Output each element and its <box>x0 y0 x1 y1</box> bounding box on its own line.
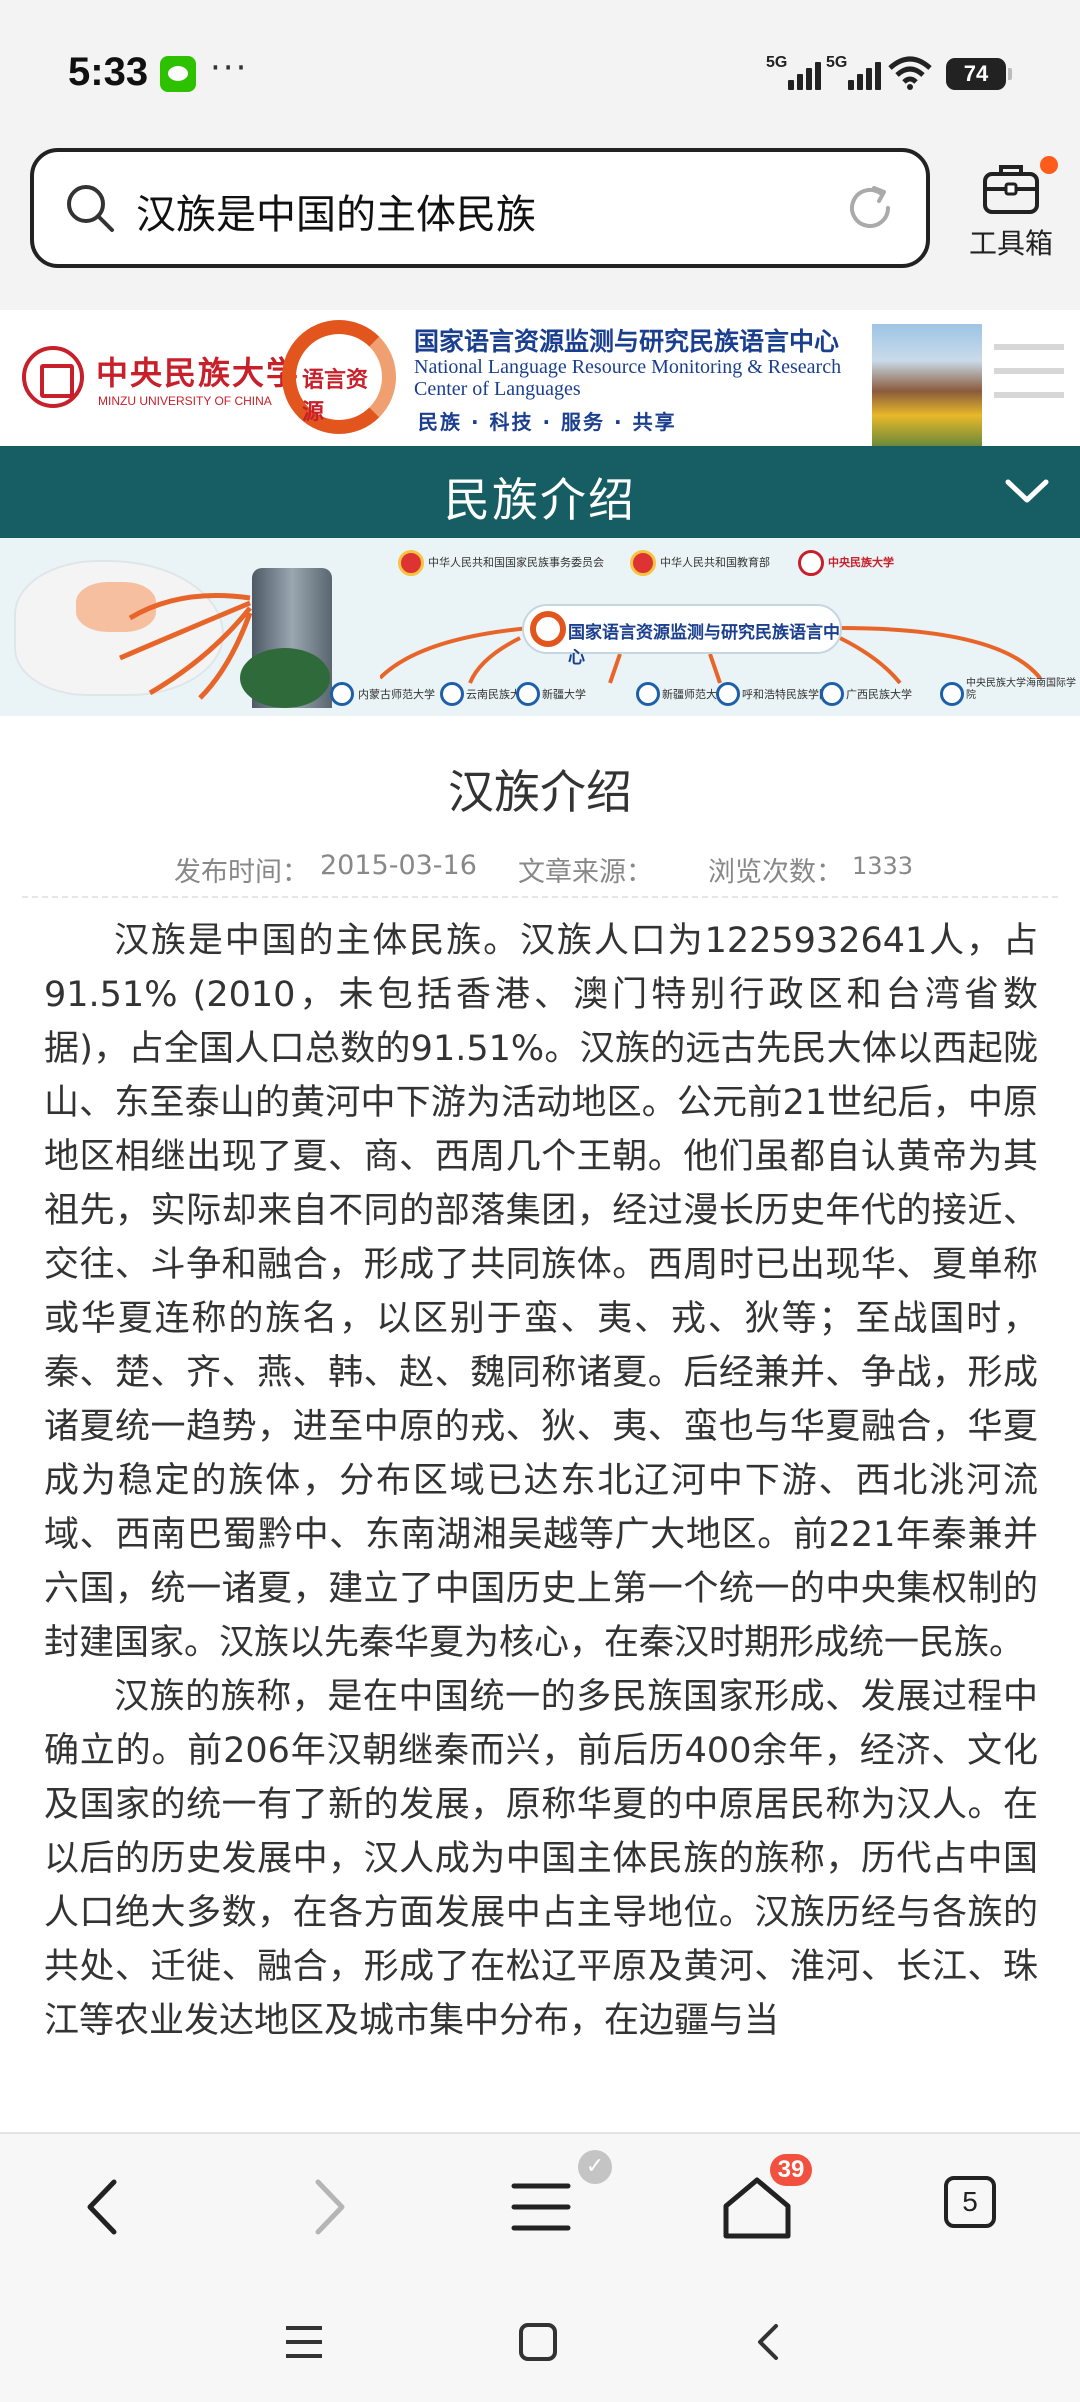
address-search-bar[interactable]: 汉族是中国的主体民族 <box>30 148 930 268</box>
article-title: 汉族介绍 <box>448 765 632 819</box>
seal-icon <box>798 550 824 576</box>
publish-date: 2015-03-16 <box>320 850 477 881</box>
wechat-icon <box>160 56 196 92</box>
status-bar: 5:33 ··· 5G 5G 74 <box>0 0 1080 140</box>
banner-org: 中华人民共和国国家民族事务委员会 <box>428 556 604 569</box>
tabs-button[interactable]: 5 <box>944 2176 996 2228</box>
browser-bottom-bar: ✓ 39 5 <box>0 2132 1080 2280</box>
banner-org: 中华人民共和国教育部 <box>660 556 770 569</box>
banner-org: 中央民族大学 <box>828 556 894 569</box>
more-notifications-icon: ··· <box>210 48 249 88</box>
seal-icon <box>940 682 964 706</box>
section-header[interactable]: 民族介绍 <box>0 446 1080 538</box>
center-title-en-2: Center of Languages <box>414 378 581 400</box>
center-node: 国家语言资源监测与研究民族语言中心 <box>522 604 842 668</box>
signal-icon-2: 5G <box>826 54 882 94</box>
seal-icon <box>516 682 540 706</box>
recent-apps-button[interactable] <box>282 2322 326 2362</box>
back-button[interactable] <box>62 2162 152 2252</box>
status-time: 5:33 <box>68 50 149 94</box>
seal-icon <box>398 550 424 576</box>
article-paragraph: 汉族的族称，是在中国统一的多民族国家形成、发展过程中确立的。前206年汉朝继秦而… <box>44 1677 1038 2041</box>
wifi-icon <box>888 56 932 90</box>
base-org: 广西民族大学 <box>846 688 912 701</box>
chevron-down-icon[interactable] <box>1004 474 1050 510</box>
views-count: 1333 <box>852 852 914 880</box>
base-org: 中央民族大学海南国际学院 <box>966 678 1076 701</box>
forward-button[interactable] <box>280 2162 370 2252</box>
battery-icon: 74 <box>946 58 1012 90</box>
base-org: 新疆大学 <box>542 688 586 701</box>
trees-graphic <box>240 648 330 708</box>
center-logo: 语言资源 <box>282 320 396 434</box>
campus-photo <box>872 324 982 446</box>
notification-dot <box>1040 156 1058 174</box>
hamburger-menu-icon[interactable] <box>994 344 1064 406</box>
signal-icon: 5G <box>766 54 822 94</box>
arrows-graphic <box>119 593 253 700</box>
center-banner: 中华人民共和国国家民族事务委员会 中华人民共和国教育部 中央民族大学 国家语言资… <box>0 538 1080 716</box>
home-badge: 39 <box>770 2154 812 2186</box>
seal-icon <box>330 682 354 706</box>
publish-label: 发布时间： <box>174 857 309 888</box>
divider <box>22 896 1058 898</box>
university-logo[interactable] <box>22 346 84 408</box>
seal-icon <box>440 682 464 706</box>
article-paragraph: 汉族是中国的主体民族。汉族人口为1225932641人，占91.51% (201… <box>44 921 1038 1663</box>
center-motto: 民族 · 科技 · 服务 · 共享 <box>418 410 677 434</box>
article: 汉族介绍 发布时间： 2015-03-16 文章来源： 浏览次数： 1333 汉… <box>0 716 1080 2132</box>
toolbox-button[interactable]: 工具箱 <box>956 152 1066 272</box>
menu-button[interactable] <box>496 2162 586 2252</box>
seal-icon <box>716 682 740 706</box>
seal-icon <box>630 550 656 576</box>
reload-icon[interactable] <box>844 182 896 234</box>
system-back-button[interactable] <box>748 2320 788 2364</box>
university-name-en: MINZU UNIVERSITY OF CHINA <box>98 394 272 408</box>
article-body: 汉族是中国的主体民族。汉族人口为1225932641人，占91.51% (201… <box>44 914 1038 2048</box>
section-title: 民族介绍 <box>444 473 636 527</box>
search-query[interactable]: 汉族是中国的主体民族 <box>136 182 536 240</box>
site-header: 中央民族大学 MINZU UNIVERSITY OF CHINA 语言资源 国家… <box>0 310 1080 446</box>
base-org: 内蒙古师范大学 <box>358 688 435 701</box>
search-icon <box>67 185 114 232</box>
home-system-button[interactable] <box>516 2320 560 2364</box>
menu-check-badge: ✓ <box>578 2150 612 2184</box>
views-label: 浏览次数： <box>708 857 843 888</box>
toolbox-label: 工具箱 <box>968 227 1053 260</box>
system-nav-bar <box>0 2280 1080 2402</box>
seal-icon <box>636 682 660 706</box>
toolbox-icon <box>983 165 1039 214</box>
seal-icon <box>820 682 844 706</box>
university-name: 中央民族大学 <box>96 354 301 392</box>
source-label: 文章来源： <box>518 857 653 888</box>
base-org: 呼和浩特民族学院 <box>742 688 830 701</box>
center-title-en: National Language Resource Monitoring & … <box>414 356 842 378</box>
center-title: 国家语言资源监测与研究民族语言中心 <box>414 327 840 356</box>
